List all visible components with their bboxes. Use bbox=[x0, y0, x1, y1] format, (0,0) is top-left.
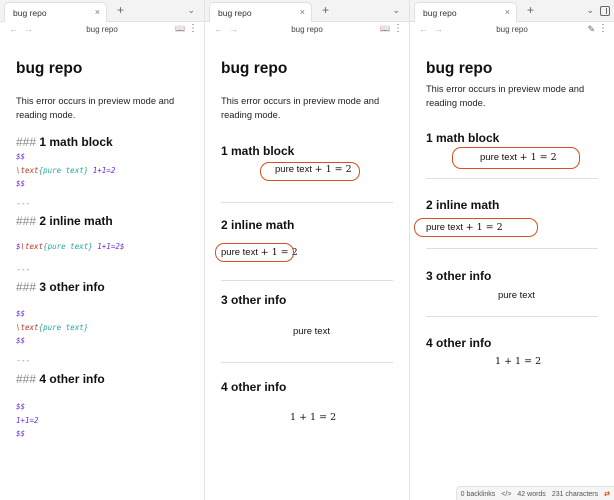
heading-4-source: ### 4 other info bbox=[16, 372, 105, 386]
heading-4: 4 other info bbox=[426, 336, 492, 350]
chevron-down-icon[interactable]: ⌄ bbox=[187, 5, 195, 16]
annotation-oval bbox=[452, 147, 580, 169]
heading-3: 3 other info bbox=[221, 293, 287, 307]
horizontal-rule bbox=[426, 178, 598, 179]
status-bar: 0 backlinks </> 42 words 231 characters ⇄ bbox=[455, 486, 614, 500]
pane-preview: bug repo × + ⌄ ← → bug repo 📖 ⋮ bug repo… bbox=[205, 0, 409, 500]
character-count[interactable]: 231 characters bbox=[552, 491, 598, 498]
heading-2: 2 inline math bbox=[221, 218, 295, 232]
edit-icon[interactable]: ✎ bbox=[587, 24, 595, 35]
sum-block-source: $$ 1+1=2 $$ bbox=[16, 402, 39, 438]
tab-bar: bug repo × + ⌄ bbox=[410, 0, 614, 22]
pane-reading: bug repo × + ⌄ ← → bug repo ✎ ⋮ bug repo… bbox=[410, 0, 614, 500]
code-icon[interactable]: </> bbox=[501, 491, 511, 498]
math-block-source: $$ \text{pure text} 1+1=2 $$ bbox=[16, 152, 116, 188]
sum-block-rendered: 1 + 1 = 2 bbox=[290, 412, 337, 423]
close-icon[interactable]: × bbox=[505, 7, 510, 17]
tab-bug-repo[interactable]: bug repo × bbox=[209, 2, 312, 22]
horizontal-rule bbox=[221, 362, 393, 363]
more-options-icon[interactable]: ⋮ bbox=[188, 23, 198, 34]
annotation-oval bbox=[414, 218, 538, 237]
note-title: bug repo bbox=[221, 60, 288, 77]
new-tab-icon[interactable]: + bbox=[117, 3, 124, 17]
hr-source: --- bbox=[16, 356, 30, 366]
tab-label: bug repo bbox=[13, 8, 47, 18]
heading-3: 3 other info bbox=[426, 269, 492, 283]
new-tab-icon[interactable]: + bbox=[527, 3, 534, 17]
heading-1-source: ### 1 math block bbox=[16, 135, 113, 149]
note-intro: This error occurs in preview mode and re… bbox=[16, 96, 175, 120]
hr-source: --- bbox=[16, 265, 30, 275]
horizontal-rule bbox=[426, 248, 598, 249]
note-title: bug repo bbox=[16, 60, 83, 77]
reading-view-icon[interactable]: 📖 bbox=[175, 24, 185, 33]
horizontal-rule bbox=[426, 316, 598, 317]
tab-bug-repo[interactable]: bug repo × bbox=[4, 2, 107, 22]
heading-1: 1 math block bbox=[426, 131, 500, 145]
chevron-down-icon[interactable]: ⌄ bbox=[392, 5, 400, 16]
view-header: ← → bug repo ✎ ⋮ bbox=[410, 22, 614, 39]
text-block-source: $$ \text{pure text} $$ bbox=[16, 309, 89, 345]
backlinks-count[interactable]: 0 backlinks bbox=[461, 491, 496, 498]
word-count[interactable]: 42 words bbox=[517, 491, 545, 498]
hr-source: --- bbox=[16, 199, 30, 209]
close-icon[interactable]: × bbox=[95, 7, 100, 17]
sync-icon[interactable]: ⇄ bbox=[604, 491, 610, 498]
tab-bug-repo[interactable]: bug repo × bbox=[414, 2, 517, 22]
note-intro: This error occurs in preview mode and re… bbox=[426, 84, 585, 108]
view-title[interactable]: bug repo bbox=[410, 25, 614, 34]
view-header: ← → bug repo 📖 ⋮ bbox=[0, 22, 204, 39]
view-title[interactable]: bug repo bbox=[205, 25, 409, 34]
view-header: ← → bug repo 📖 ⋮ bbox=[205, 22, 409, 39]
text-block-rendered: pure text bbox=[498, 290, 535, 301]
more-options-icon[interactable]: ⋮ bbox=[598, 23, 608, 34]
horizontal-rule bbox=[221, 202, 393, 203]
text-block-rendered: pure text bbox=[293, 326, 330, 337]
note-title: bug repo bbox=[426, 60, 493, 77]
horizontal-rule bbox=[221, 280, 393, 281]
heading-3-source: ### 3 other info bbox=[16, 280, 105, 294]
tab-bar: bug repo × + ⌄ bbox=[0, 0, 204, 22]
reading-view-icon[interactable]: 📖 bbox=[380, 24, 390, 33]
pane-source: bug repo × + ⌄ ← → bug repo 📖 ⋮ bug repo… bbox=[0, 0, 204, 500]
tab-label: bug repo bbox=[423, 8, 457, 18]
tab-label: bug repo bbox=[218, 8, 252, 18]
chevron-down-icon[interactable]: ⌄ bbox=[586, 5, 594, 16]
annotation-oval bbox=[215, 243, 294, 262]
heading-4: 4 other info bbox=[221, 380, 287, 394]
more-options-icon[interactable]: ⋮ bbox=[393, 23, 403, 34]
tab-bar: bug repo × + ⌄ bbox=[205, 0, 409, 22]
new-tab-icon[interactable]: + bbox=[322, 3, 329, 17]
annotation-oval bbox=[260, 162, 360, 181]
close-icon[interactable]: × bbox=[300, 7, 305, 17]
note-intro: This error occurs in preview mode and re… bbox=[221, 96, 380, 120]
heading-2-source: ### 2 inline math bbox=[16, 214, 113, 228]
view-title[interactable]: bug repo bbox=[0, 25, 204, 34]
sum-block-rendered: 1 + 1 = 2 bbox=[495, 356, 542, 367]
heading-2: 2 inline math bbox=[426, 198, 500, 212]
sidebar-toggle-icon[interactable] bbox=[600, 6, 610, 16]
heading-1: 1 math block bbox=[221, 144, 295, 158]
inline-math-source: $\text{pure text} 1+1=2$ bbox=[16, 242, 125, 251]
